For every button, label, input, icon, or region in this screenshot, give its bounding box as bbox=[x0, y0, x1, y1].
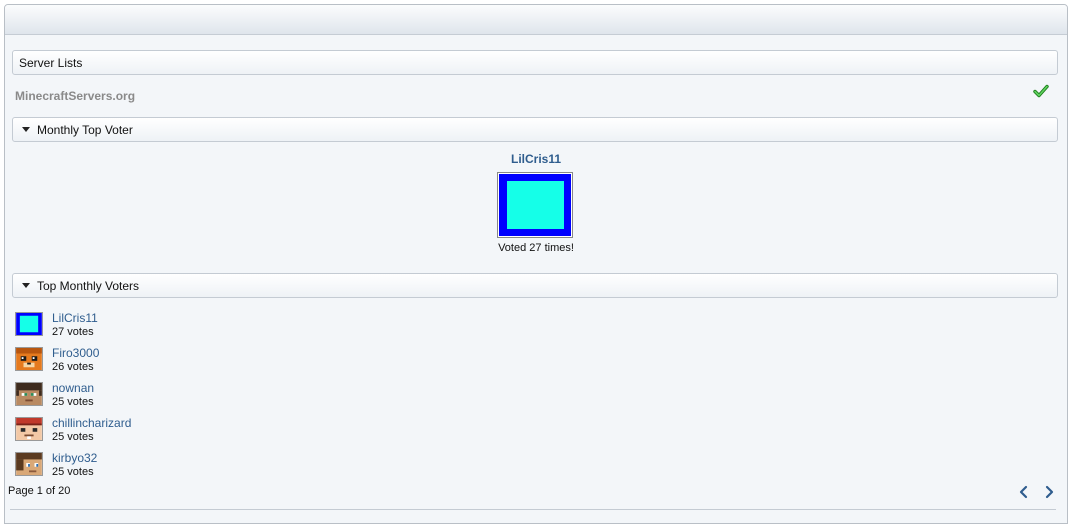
avatar[interactable] bbox=[15, 452, 43, 476]
pagination-text: Page 1 of 20 bbox=[8, 485, 71, 497]
top-monthly-voters-title: Top Monthly Voters bbox=[37, 278, 140, 293]
avatar[interactable] bbox=[15, 382, 43, 406]
divider bbox=[10, 509, 1056, 510]
list-item: LilCris11 27 votes bbox=[15, 311, 315, 341]
voter-name[interactable]: nownan bbox=[52, 381, 94, 395]
chevron-right-icon[interactable] bbox=[1042, 485, 1056, 499]
voter-name[interactable]: Firo3000 bbox=[52, 346, 99, 360]
checkmark-icon bbox=[1033, 84, 1049, 98]
list-item: Firo3000 26 votes bbox=[15, 346, 315, 376]
voter-name[interactable]: chillincharizard bbox=[52, 416, 131, 430]
avatar[interactable] bbox=[15, 417, 43, 441]
collapse-triangle-icon bbox=[22, 283, 30, 288]
voter-votes: 25 votes bbox=[52, 396, 94, 408]
voter-name[interactable]: kirbyo32 bbox=[52, 451, 97, 465]
chevron-left-icon[interactable] bbox=[1017, 485, 1031, 499]
widget-panel: Server Lists MinecraftServers.org Monthl… bbox=[4, 4, 1068, 524]
collapse-triangle-icon bbox=[22, 127, 30, 132]
voter-name[interactable]: LilCris11 bbox=[52, 311, 98, 325]
monthly-top-voter-title: Monthly Top Voter bbox=[37, 122, 133, 137]
server-list-site-name[interactable]: MinecraftServers.org bbox=[15, 89, 135, 103]
voter-votes: 25 votes bbox=[52, 431, 94, 443]
top-voter-name[interactable]: LilCris11 bbox=[497, 152, 575, 166]
panel-header-bar bbox=[5, 5, 1067, 35]
avatar[interactable] bbox=[15, 347, 43, 371]
voter-votes: 26 votes bbox=[52, 361, 94, 373]
voter-votes: 25 votes bbox=[52, 466, 94, 478]
voter-votes: 27 votes bbox=[52, 326, 94, 338]
server-lists-title: Server Lists bbox=[19, 55, 83, 70]
list-item: kirbyo32 25 votes bbox=[15, 451, 315, 481]
list-item: nownan 25 votes bbox=[15, 381, 315, 411]
top-monthly-voters-bar[interactable]: Top Monthly Voters bbox=[12, 273, 1058, 298]
list-item: chillincharizard 25 votes bbox=[15, 416, 315, 446]
server-lists-bar[interactable]: Server Lists bbox=[12, 50, 1058, 75]
avatar[interactable] bbox=[15, 312, 43, 336]
top-voter-avatar[interactable] bbox=[497, 172, 573, 238]
monthly-top-voter-bar[interactable]: Monthly Top Voter bbox=[12, 117, 1058, 142]
top-voter-vote-count: Voted 27 times! bbox=[498, 242, 574, 254]
top-voter-block: LilCris11 bbox=[497, 152, 575, 166]
